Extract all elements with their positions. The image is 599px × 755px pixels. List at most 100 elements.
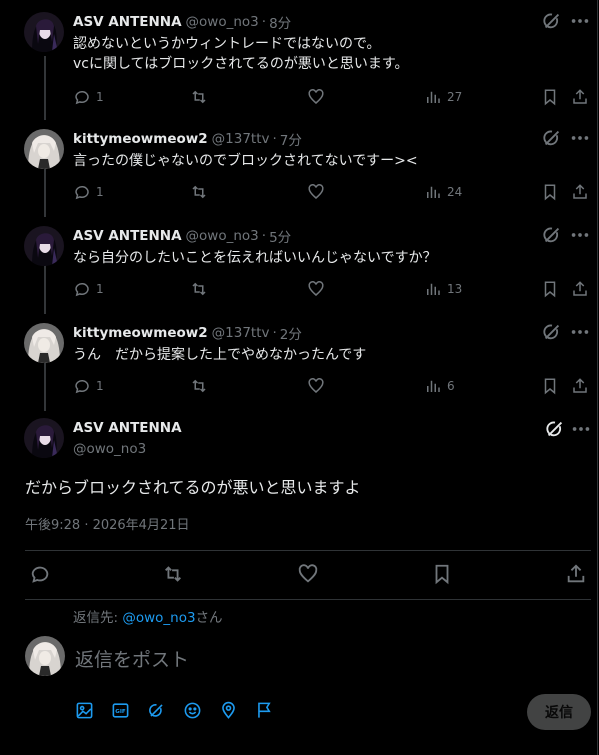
gif-label: GIF: [115, 709, 126, 715]
like-button[interactable]: [297, 563, 321, 587]
views-count: 27: [447, 90, 463, 104]
grok-icon[interactable]: [544, 418, 566, 440]
reply-tweet[interactable]: kittymeowmeow2 @137ttv · 7分 言ったの僕じゃないのでブ…: [24, 129, 591, 209]
reply-count: 1: [96, 282, 104, 296]
bookmark-button[interactable]: [541, 375, 559, 397]
views-count: 13: [447, 282, 463, 296]
repost-button[interactable]: [190, 278, 208, 300]
tweet-datetime[interactable]: 午後9:28 · 2026年4月21日: [25, 514, 190, 533]
reply-tweet[interactable]: ASV ANTENNA @owo_no3 · 5分 なら自分のしたいことを伝えれ…: [24, 226, 591, 306]
share-icon: [573, 89, 587, 104]
composer-avatar[interactable]: [25, 636, 65, 676]
tweet-text-line: うん だから提案した上でやめなかったんです: [73, 347, 367, 363]
tweet-text: だからブロックされてるのが悪いと思いますよ: [25, 478, 361, 497]
repost-icon: [192, 379, 206, 393]
flag-icon[interactable]: [255, 701, 277, 723]
reply-icon: [75, 186, 89, 200]
emoji-icon[interactable]: [183, 701, 205, 723]
bookmark-icon: [544, 89, 556, 106]
more-icon[interactable]: [569, 321, 591, 343]
user-handle[interactable]: @owo_no3: [73, 441, 146, 457]
tweet-header: ASV ANTENNA @owo_no3 · 8分: [73, 12, 291, 32]
reply-tweet[interactable]: ASV ANTENNA @owo_no3 · 8分 認めないというかウィントレー…: [24, 12, 591, 112]
separator-dot: ·: [261, 228, 267, 244]
avatar[interactable]: [24, 129, 64, 169]
display-name[interactable]: ASV ANTENNA: [73, 14, 182, 30]
repost-button[interactable]: [190, 86, 208, 108]
display-name[interactable]: kittymeowmeow2: [73, 131, 208, 147]
location-icon[interactable]: [219, 701, 241, 723]
reply-button[interactable]: 1: [73, 86, 104, 108]
reply-to-label: 返信先: @owo_no3さん: [73, 606, 223, 626]
views-button[interactable]: 27: [424, 86, 462, 108]
timestamp[interactable]: 8分: [269, 12, 291, 32]
share-button[interactable]: [571, 278, 589, 300]
avatar[interactable]: [24, 226, 64, 266]
repost-button[interactable]: [190, 181, 208, 203]
reply-to-mention[interactable]: @owo_no3: [122, 610, 195, 626]
heart-icon: [308, 184, 324, 199]
more-icon[interactable]: [569, 127, 591, 149]
user-handle[interactable]: @owo_no3: [186, 14, 259, 30]
heart-icon: [308, 281, 324, 296]
gif-icon[interactable]: GIF: [111, 701, 133, 723]
reply-tweet[interactable]: kittymeowmeow2 @137ttv · 2分 うん だから提案した上で…: [24, 323, 591, 403]
views-button[interactable]: 6: [424, 375, 455, 397]
bookmark-button[interactable]: [541, 278, 559, 300]
avatar[interactable]: [24, 418, 64, 458]
bookmark-icon: [435, 564, 449, 585]
user-handle[interactable]: @137ttv: [212, 325, 270, 341]
bookmark-button[interactable]: [541, 181, 559, 203]
like-button[interactable]: [307, 86, 325, 108]
reply-button[interactable]: 1: [73, 181, 104, 203]
grok-icon[interactable]: [541, 127, 563, 149]
tweet-text: 言ったの僕じゃないのでブロックされてないですー><: [73, 151, 418, 171]
timestamp[interactable]: 7分: [280, 129, 302, 149]
share-button[interactable]: [565, 563, 589, 587]
repost-button[interactable]: [190, 375, 208, 397]
more-icon[interactable]: [569, 224, 591, 246]
reply-count: 1: [96, 185, 104, 199]
more-icon[interactable]: [569, 10, 591, 32]
grok-icon[interactable]: [147, 701, 169, 723]
reply-icon: [31, 566, 49, 583]
like-button[interactable]: [307, 181, 325, 203]
like-button[interactable]: [307, 375, 325, 397]
timestamp[interactable]: 2分: [280, 323, 302, 343]
reply-icon: [75, 91, 89, 105]
grok-icon[interactable]: [541, 321, 563, 343]
separator-dot: ·: [272, 131, 277, 147]
tweet-text-line: vcに関してはブロックされてるのが悪いと思います。: [73, 56, 409, 72]
bookmark-button[interactable]: [431, 563, 455, 587]
display-name[interactable]: ASV ANTENNA: [73, 420, 182, 436]
tweet-header: kittymeowmeow2 @137ttv · 2分: [73, 323, 302, 343]
reply-button[interactable]: 1: [73, 278, 104, 300]
timestamp[interactable]: 5分: [269, 226, 291, 246]
bookmark-button[interactable]: [541, 86, 559, 108]
views-button[interactable]: 13: [424, 278, 462, 300]
reply-input[interactable]: 返信をポスト: [75, 645, 189, 672]
image-icon[interactable]: [75, 701, 97, 723]
views-button[interactable]: 24: [424, 181, 462, 203]
like-button[interactable]: [307, 278, 325, 300]
share-icon: [573, 281, 587, 296]
avatar[interactable]: [24, 323, 64, 363]
share-button[interactable]: [571, 86, 589, 108]
grok-icon[interactable]: [541, 224, 563, 246]
user-handle[interactable]: @137ttv: [212, 131, 270, 147]
share-button[interactable]: [571, 181, 589, 203]
repost-button[interactable]: [162, 563, 186, 587]
display-name[interactable]: kittymeowmeow2: [73, 325, 208, 341]
user-handle[interactable]: @owo_no3: [186, 228, 259, 244]
reply-button[interactable]: [29, 563, 53, 587]
share-icon: [567, 564, 585, 583]
grok-icon[interactable]: [541, 10, 563, 32]
share-button[interactable]: [571, 375, 589, 397]
avatar[interactable]: [24, 12, 64, 52]
reply-button[interactable]: 1: [73, 375, 104, 397]
tweet-actions: 1 27: [73, 86, 591, 108]
more-icon[interactable]: [570, 418, 592, 440]
tweet-actions: [25, 563, 591, 587]
reply-submit-button[interactable]: 返信: [527, 694, 591, 730]
display-name[interactable]: ASV ANTENNA: [73, 228, 182, 244]
